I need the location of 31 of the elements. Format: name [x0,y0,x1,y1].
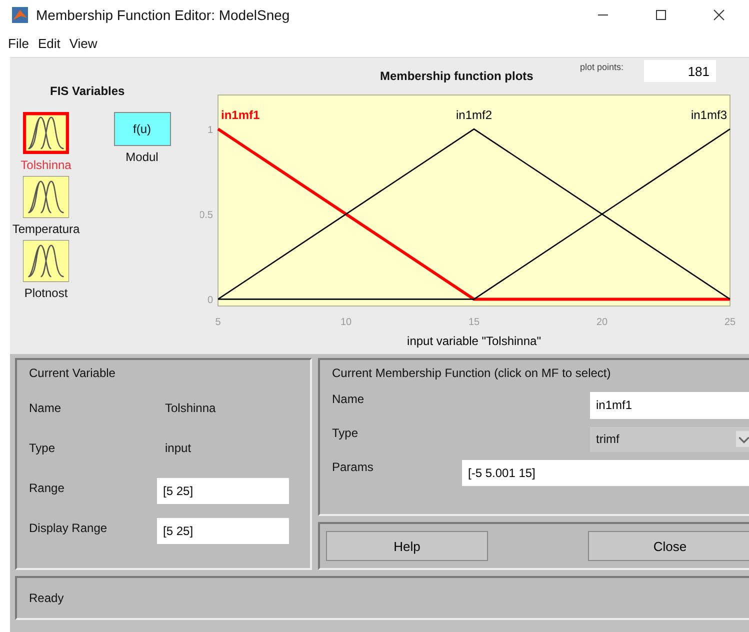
x-tick-label: 25 [724,317,736,328]
variable-name: Tolshinna [164,401,216,415]
field-label: Name [332,391,366,406]
field-label: Name [29,401,62,415]
x-tick-label: 10 [340,317,352,328]
x-tick-label: 15 [468,317,480,328]
panel-title: Current Membership Function (click on MF to select) [332,366,612,382]
panel-title: Current Variable [29,366,116,382]
x-tick-label: 5 [215,317,221,328]
fis-variables-title: FIS Variables [50,84,126,98]
variable-type: input [164,441,192,455]
plot-points-label: plot points: [580,62,624,72]
variable-label: Tolshinna [20,158,72,172]
series-label: in1mf2 [456,108,492,122]
field-label: Display Range [29,521,108,535]
variable-label: Modul [126,150,158,164]
y-tick-label: 1 [207,125,213,136]
series-label: in1mf1 [221,108,260,122]
series-label: in1mf3 [690,108,727,122]
window-title: Membership Function Editor: ModelSneg [36,7,290,23]
status-text: Ready [29,591,64,605]
field-label: Type [29,441,56,455]
plot-title: Membership function plots [380,69,534,83]
variable-label: Temperatura [12,222,80,236]
variable-label: Plotnost [24,286,68,300]
field-label: Type [332,425,360,440]
field-label: Range [29,481,66,495]
field-label: Params [332,459,374,474]
x-tick-label: 20 [596,317,608,328]
x-axis-label: input variable "Tolshinna" [407,334,541,348]
y-tick-label: 0 [207,295,213,306]
